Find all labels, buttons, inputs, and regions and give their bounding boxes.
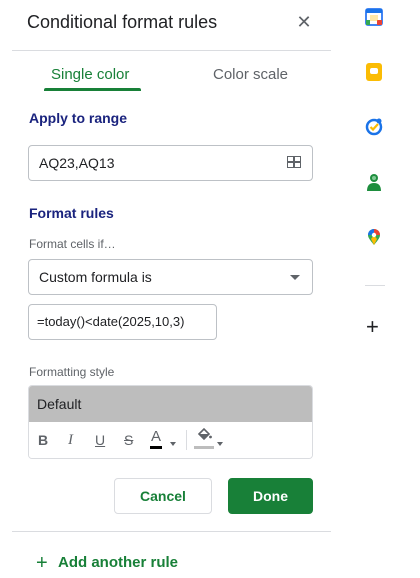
italic-button[interactable]: I — [68, 432, 73, 449]
tab-single-color[interactable]: Single color — [51, 66, 129, 83]
add-addon-icon[interactable]: + — [366, 316, 379, 338]
style-preview-text: Default — [37, 396, 82, 412]
range-input[interactable]: AQ23,AQ13 — [28, 145, 313, 181]
tab-color-scale[interactable]: Color scale — [213, 66, 288, 83]
calendar-icon[interactable] — [365, 8, 383, 26]
footer-divider — [12, 531, 331, 532]
text-color-button[interactable]: A — [151, 428, 161, 445]
grid-select-icon[interactable] — [287, 156, 301, 168]
style-toolbar: B I U S A — [29, 422, 312, 458]
header-divider — [12, 50, 331, 51]
bold-button[interactable]: B — [38, 432, 48, 448]
close-icon[interactable]: ✕ — [295, 12, 313, 32]
keep-icon[interactable] — [365, 63, 383, 81]
format-cells-if-label: Format cells if… — [29, 237, 116, 251]
tasks-icon[interactable] — [365, 118, 383, 136]
formatting-style-box: Default B I U S A — [28, 385, 313, 459]
rail-divider — [365, 285, 385, 286]
contacts-icon[interactable] — [365, 173, 383, 191]
text-color-chevron-icon[interactable] — [170, 442, 176, 446]
plus-icon: + — [36, 552, 48, 574]
condition-select[interactable]: Custom formula is — [28, 259, 313, 295]
range-value: AQ23,AQ13 — [39, 155, 115, 171]
conditional-format-panel: Conditional format rules ✕ Single color … — [0, 0, 331, 578]
formatting-style-label: Formatting style — [29, 365, 115, 379]
fill-color-chevron-icon[interactable] — [217, 442, 223, 446]
condition-value: Custom formula is — [39, 269, 152, 285]
cancel-button[interactable]: Cancel — [114, 478, 212, 514]
apply-to-range-heading: Apply to range — [29, 110, 128, 126]
formula-value: =today()<date(2025,10,3) — [37, 314, 185, 329]
panel-title: Conditional format rules — [27, 12, 218, 32]
fill-color-swatch — [194, 446, 214, 449]
add-rule-label: Add another rule — [58, 554, 179, 571]
done-button[interactable]: Done — [228, 478, 313, 514]
underline-button[interactable]: U — [95, 432, 105, 448]
fill-color-icon[interactable] — [196, 428, 212, 442]
chevron-down-icon — [290, 275, 300, 280]
custom-formula-input[interactable]: =today()<date(2025,10,3) — [28, 304, 217, 340]
maps-icon[interactable] — [365, 228, 383, 246]
active-tab-indicator — [44, 88, 141, 91]
side-panel-rail — [331, 0, 420, 578]
toolbar-divider — [186, 430, 187, 450]
strikethrough-button[interactable]: S — [124, 432, 133, 448]
add-another-rule-button[interactable]: + Add another rule — [36, 552, 178, 575]
style-preview[interactable]: Default — [29, 386, 312, 422]
format-rules-heading: Format rules — [29, 205, 114, 221]
text-color-swatch — [150, 446, 162, 449]
